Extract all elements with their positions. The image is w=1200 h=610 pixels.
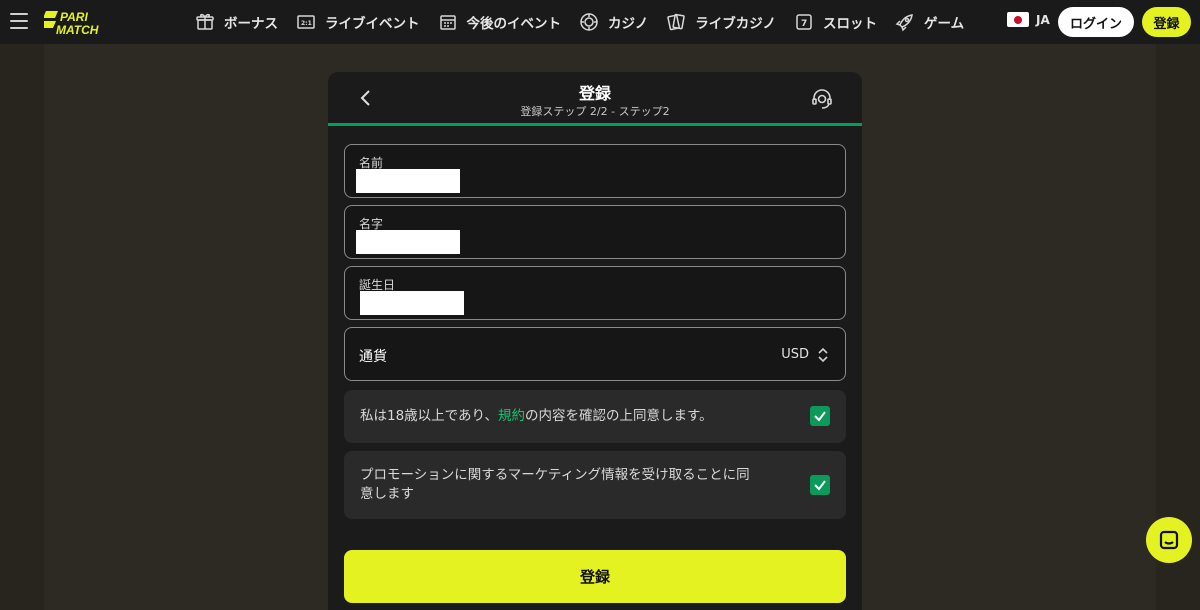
first-name-input[interactable] <box>356 169 460 193</box>
scoreboard-icon: 2:1 <box>297 15 315 29</box>
svg-text:PARI: PARI <box>60 10 88 24</box>
rocket-icon <box>895 14 913 32</box>
nav-item-casino[interactable]: カジノ <box>579 12 648 32</box>
updown-chevron-icon <box>818 347 828 363</box>
nav-item-label: ボーナス <box>224 16 278 32</box>
svg-text:7: 7 <box>801 19 807 29</box>
language-selector[interactable]: JA <box>1007 12 1050 27</box>
terms-agreement-row[interactable]: 私は18歳以上であり、規約の内容を確認の上同意します。 <box>344 390 846 443</box>
currency-label: 通貨 <box>359 349 387 365</box>
marketing-text: プロモーションに関するマーケティング情報を受け取ることに同 意します <box>360 466 750 504</box>
marketing-consent-row[interactable]: プロモーションに関するマーケティング情報を受け取ることに同 意します <box>344 451 846 519</box>
currency-select[interactable]: 通貨 USD <box>344 327 846 381</box>
birthday-field[interactable]: 誕生日 <box>344 266 846 320</box>
nav-item-label: ゲーム <box>923 16 965 32</box>
first-name-field[interactable]: 名前 <box>344 144 846 198</box>
marketing-checkbox[interactable] <box>810 475 830 495</box>
terms-text: 私は18歳以上であり、規約の内容を確認の上同意します。 <box>360 407 713 426</box>
modal-header: 登録 登録ステップ 2/2 - ステップ2 <box>328 72 862 126</box>
nav-item-label: ライブイベント <box>325 16 420 32</box>
support-icon[interactable] <box>810 87 834 111</box>
top-navigation-bar: PARI MATCH ボーナス 2:1 ライブイベント 今後のイベント カジノ … <box>0 0 1200 44</box>
terms-checkbox[interactable] <box>810 406 830 426</box>
menu-icon[interactable] <box>10 13 28 29</box>
marketing-text-line1: プロモーションに関するマーケティング情報を受け取ることに同 <box>360 467 750 483</box>
main-nav: ボーナス 2:1 ライブイベント 今後のイベント カジノ ライブカジノ 7 スロ… <box>195 0 982 44</box>
nav-item-label: 今後のイベント <box>466 16 562 32</box>
japan-flag-icon <box>1007 12 1029 27</box>
nav-item-live-casino[interactable]: ライブカジノ <box>666 12 776 32</box>
chip-icon <box>580 13 598 31</box>
checkmark-icon <box>814 480 826 491</box>
nav-item-label: カジノ <box>608 16 649 32</box>
submit-registration-button[interactable]: 登録 <box>344 550 846 603</box>
nav-item-label: ライブカジノ <box>695 16 776 32</box>
modal-title: 登録 <box>578 84 611 103</box>
parimatch-logo[interactable]: PARI MATCH <box>44 9 134 37</box>
marketing-text-line2: 意します <box>360 486 414 502</box>
terms-link[interactable]: 規約 <box>498 408 525 424</box>
terms-text-before: 私は18歳以上であり、 <box>360 408 499 424</box>
birthday-input[interactable] <box>360 291 464 315</box>
checkmark-icon <box>814 411 826 422</box>
nav-item-games[interactable]: ゲーム <box>895 12 964 32</box>
login-button[interactable]: ログイン <box>1058 7 1134 37</box>
currency-value: USD <box>781 347 809 362</box>
svg-text:MATCH: MATCH <box>56 23 99 37</box>
nav-item-upcoming-events[interactable]: 今後のイベント <box>438 12 562 32</box>
chat-support-button[interactable] <box>1146 517 1192 563</box>
last-name-field[interactable]: 名字 <box>344 205 846 259</box>
slot-icon: 7 <box>796 14 812 30</box>
language-code: JA <box>1036 12 1050 27</box>
svg-text:2:1: 2:1 <box>301 20 312 27</box>
modal-subtitle: 登録ステップ 2/2 - ステップ2 <box>520 105 670 118</box>
nav-item-bonus[interactable]: ボーナス <box>195 12 278 32</box>
nav-item-label: スロット <box>822 16 877 32</box>
nav-item-slots[interactable]: 7 スロット <box>794 12 877 32</box>
cards-icon <box>667 13 685 31</box>
last-name-input[interactable] <box>356 230 460 254</box>
register-button[interactable]: 登録 <box>1142 7 1191 37</box>
calendar-icon <box>439 15 456 30</box>
nav-item-live-events[interactable]: 2:1 ライブイベント <box>296 12 420 32</box>
gift-icon <box>196 13 214 30</box>
chat-icon <box>1159 530 1179 550</box>
registration-modal: 登録 登録ステップ 2/2 - ステップ2 名前 名字 誕生日 通貨 USD 私… <box>328 72 862 610</box>
terms-text-after: の内容を確認の上同意します。 <box>525 408 713 424</box>
